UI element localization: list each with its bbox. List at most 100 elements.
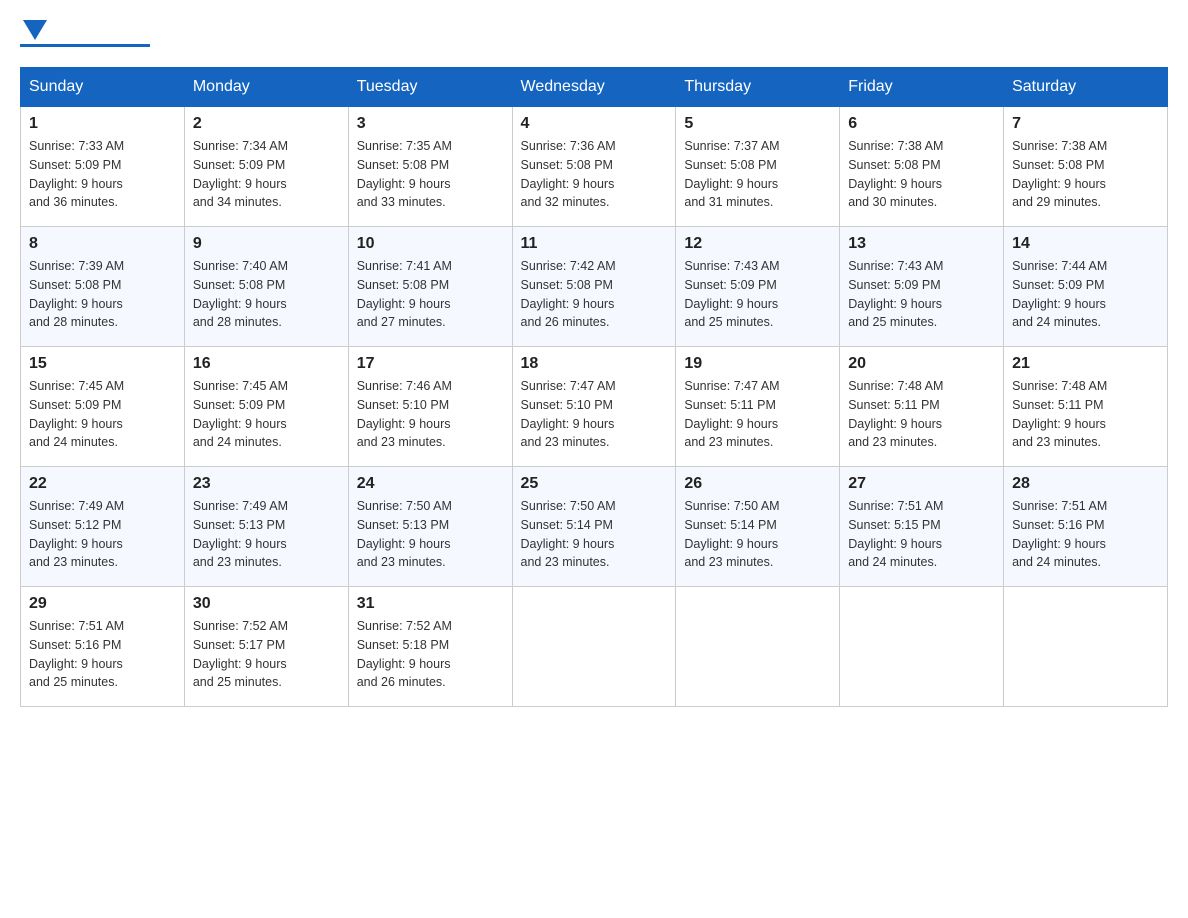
day-number: 12 — [684, 235, 831, 253]
day-info: Sunrise: 7:50 AMSunset: 5:13 PMDaylight:… — [357, 497, 504, 572]
week-row-5: 29 Sunrise: 7:51 AMSunset: 5:16 PMDayligh… — [21, 587, 1168, 707]
day-number: 11 — [521, 235, 668, 253]
day-number: 22 — [29, 475, 176, 493]
day-info: Sunrise: 7:44 AMSunset: 5:09 PMDaylight:… — [1012, 257, 1159, 332]
col-header-tuesday: Tuesday — [348, 68, 512, 107]
table-row: 12 Sunrise: 7:43 AMSunset: 5:09 PMDayligh… — [676, 227, 840, 347]
day-info: Sunrise: 7:49 AMSunset: 5:12 PMDaylight:… — [29, 497, 176, 572]
table-row: 8Sunrise: 7:39 AMSunset: 5:08 PMDaylight… — [21, 227, 185, 347]
day-info: Sunrise: 7:52 AMSunset: 5:18 PMDaylight:… — [357, 617, 504, 692]
day-number: 5 — [684, 115, 831, 133]
day-info: Sunrise: 7:52 AMSunset: 5:17 PMDaylight:… — [193, 617, 340, 692]
day-info: Sunrise: 7:51 AMSunset: 5:16 PMDaylight:… — [1012, 497, 1159, 572]
day-number: 18 — [521, 355, 668, 373]
day-number: 25 — [521, 475, 668, 493]
table-row: 21 Sunrise: 7:48 AMSunset: 5:11 PMDayligh… — [1004, 347, 1168, 467]
table-row — [512, 587, 676, 707]
col-header-monday: Monday — [184, 68, 348, 107]
table-row: 24Sunrise: 7:50 AMSunset: 5:13 PMDayligh… — [348, 467, 512, 587]
day-number: 10 — [357, 235, 504, 253]
col-header-sunday: Sunday — [21, 68, 185, 107]
day-info: Sunrise: 7:38 AMSunset: 5:08 PMDaylight:… — [1012, 137, 1159, 212]
day-info: Sunrise: 7:34 AMSunset: 5:09 PMDaylight:… — [193, 137, 340, 212]
day-info: Sunrise: 7:48 AMSunset: 5:11 PMDaylight:… — [1012, 377, 1159, 452]
week-row-3: 15Sunrise: 7:45 AMSunset: 5:09 PMDayligh… — [21, 347, 1168, 467]
week-row-1: 1 Sunrise: 7:33 AMSunset: 5:09 PMDaylight… — [21, 107, 1168, 227]
day-number: 2 — [193, 115, 340, 133]
table-row: 15Sunrise: 7:45 AMSunset: 5:09 PMDayligh… — [21, 347, 185, 467]
day-info: Sunrise: 7:36 AMSunset: 5:08 PMDaylight:… — [521, 137, 668, 212]
table-row: 9Sunrise: 7:40 AMSunset: 5:08 PMDaylight… — [184, 227, 348, 347]
day-number: 6 — [848, 115, 995, 133]
day-number: 23 — [193, 475, 340, 493]
table-row: 7Sunrise: 7:38 AMSunset: 5:08 PMDaylight… — [1004, 107, 1168, 227]
table-row: 13 Sunrise: 7:43 AMSunset: 5:09 PMDayligh… — [840, 227, 1004, 347]
day-info: Sunrise: 7:37 AMSunset: 5:08 PMDaylight:… — [684, 137, 831, 212]
day-number: 26 — [684, 475, 831, 493]
col-header-friday: Friday — [840, 68, 1004, 107]
table-row: 5 Sunrise: 7:37 AMSunset: 5:08 PMDaylight… — [676, 107, 840, 227]
day-info: Sunrise: 7:48 AMSunset: 5:11 PMDaylight:… — [848, 377, 995, 452]
table-row: 29 Sunrise: 7:51 AMSunset: 5:16 PMDayligh… — [21, 587, 185, 707]
table-row — [1004, 587, 1168, 707]
table-row: 20 Sunrise: 7:48 AMSunset: 5:11 PMDayligh… — [840, 347, 1004, 467]
table-row: 19 Sunrise: 7:47 AMSunset: 5:11 PMDayligh… — [676, 347, 840, 467]
table-row: 26 Sunrise: 7:50 AMSunset: 5:14 PMDayligh… — [676, 467, 840, 587]
table-row: 22 Sunrise: 7:49 AMSunset: 5:12 PMDayligh… — [21, 467, 185, 587]
day-number: 4 — [521, 115, 668, 133]
table-row — [676, 587, 840, 707]
day-number: 17 — [357, 355, 504, 373]
col-header-thursday: Thursday — [676, 68, 840, 107]
day-info: Sunrise: 7:35 AMSunset: 5:08 PMDaylight:… — [357, 137, 504, 212]
table-row: 31Sunrise: 7:52 AMSunset: 5:18 PMDayligh… — [348, 587, 512, 707]
day-number: 21 — [1012, 355, 1159, 373]
calendar-table: SundayMondayTuesdayWednesdayThursdayFrid… — [20, 67, 1168, 707]
day-number: 27 — [848, 475, 995, 493]
day-info: Sunrise: 7:47 AMSunset: 5:11 PMDaylight:… — [684, 377, 831, 452]
day-number: 1 — [29, 115, 176, 133]
col-header-wednesday: Wednesday — [512, 68, 676, 107]
day-info: Sunrise: 7:49 AMSunset: 5:13 PMDaylight:… — [193, 497, 340, 572]
day-info: Sunrise: 7:43 AMSunset: 5:09 PMDaylight:… — [684, 257, 831, 332]
day-info: Sunrise: 7:50 AMSunset: 5:14 PMDaylight:… — [684, 497, 831, 572]
day-number: 30 — [193, 595, 340, 613]
day-info: Sunrise: 7:38 AMSunset: 5:08 PMDaylight:… — [848, 137, 995, 212]
table-row: 16 Sunrise: 7:45 AMSunset: 5:09 PMDayligh… — [184, 347, 348, 467]
logo-text — [20, 20, 150, 40]
day-info: Sunrise: 7:46 AMSunset: 5:10 PMDaylight:… — [357, 377, 504, 452]
day-number: 16 — [193, 355, 340, 373]
table-row: 11 Sunrise: 7:42 AMSunset: 5:08 PMDayligh… — [512, 227, 676, 347]
day-info: Sunrise: 7:41 AMSunset: 5:08 PMDaylight:… — [357, 257, 504, 332]
table-row: 14Sunrise: 7:44 AMSunset: 5:09 PMDayligh… — [1004, 227, 1168, 347]
table-row: 18Sunrise: 7:47 AMSunset: 5:10 PMDayligh… — [512, 347, 676, 467]
day-info: Sunrise: 7:45 AMSunset: 5:09 PMDaylight:… — [193, 377, 340, 452]
day-number: 20 — [848, 355, 995, 373]
table-row: 17 Sunrise: 7:46 AMSunset: 5:10 PMDayligh… — [348, 347, 512, 467]
table-row: 30 Sunrise: 7:52 AMSunset: 5:17 PMDayligh… — [184, 587, 348, 707]
day-info: Sunrise: 7:51 AMSunset: 5:16 PMDaylight:… — [29, 617, 176, 692]
day-number: 19 — [684, 355, 831, 373]
day-info: Sunrise: 7:42 AMSunset: 5:08 PMDaylight:… — [521, 257, 668, 332]
day-info: Sunrise: 7:45 AMSunset: 5:09 PMDaylight:… — [29, 377, 176, 452]
day-info: Sunrise: 7:51 AMSunset: 5:15 PMDaylight:… — [848, 497, 995, 572]
table-row: 25Sunrise: 7:50 AMSunset: 5:14 PMDayligh… — [512, 467, 676, 587]
week-row-2: 8Sunrise: 7:39 AMSunset: 5:08 PMDaylight… — [21, 227, 1168, 347]
day-info: Sunrise: 7:43 AMSunset: 5:09 PMDaylight:… — [848, 257, 995, 332]
table-row: 4 Sunrise: 7:36 AMSunset: 5:08 PMDaylight… — [512, 107, 676, 227]
logo — [20, 20, 150, 47]
col-header-saturday: Saturday — [1004, 68, 1168, 107]
logo-underline — [20, 44, 150, 47]
day-number: 9 — [193, 235, 340, 253]
table-row — [840, 587, 1004, 707]
day-number: 3 — [357, 115, 504, 133]
page-header — [20, 20, 1168, 47]
table-row: 23 Sunrise: 7:49 AMSunset: 5:13 PMDayligh… — [184, 467, 348, 587]
day-number: 29 — [29, 595, 176, 613]
table-row: 10 Sunrise: 7:41 AMSunset: 5:08 PMDayligh… — [348, 227, 512, 347]
day-number: 28 — [1012, 475, 1159, 493]
logo-triangle-icon — [23, 20, 47, 40]
day-number: 13 — [848, 235, 995, 253]
day-info: Sunrise: 7:33 AMSunset: 5:09 PMDaylight:… — [29, 137, 176, 212]
day-number: 8 — [29, 235, 176, 253]
table-row: 27 Sunrise: 7:51 AMSunset: 5:15 PMDayligh… — [840, 467, 1004, 587]
